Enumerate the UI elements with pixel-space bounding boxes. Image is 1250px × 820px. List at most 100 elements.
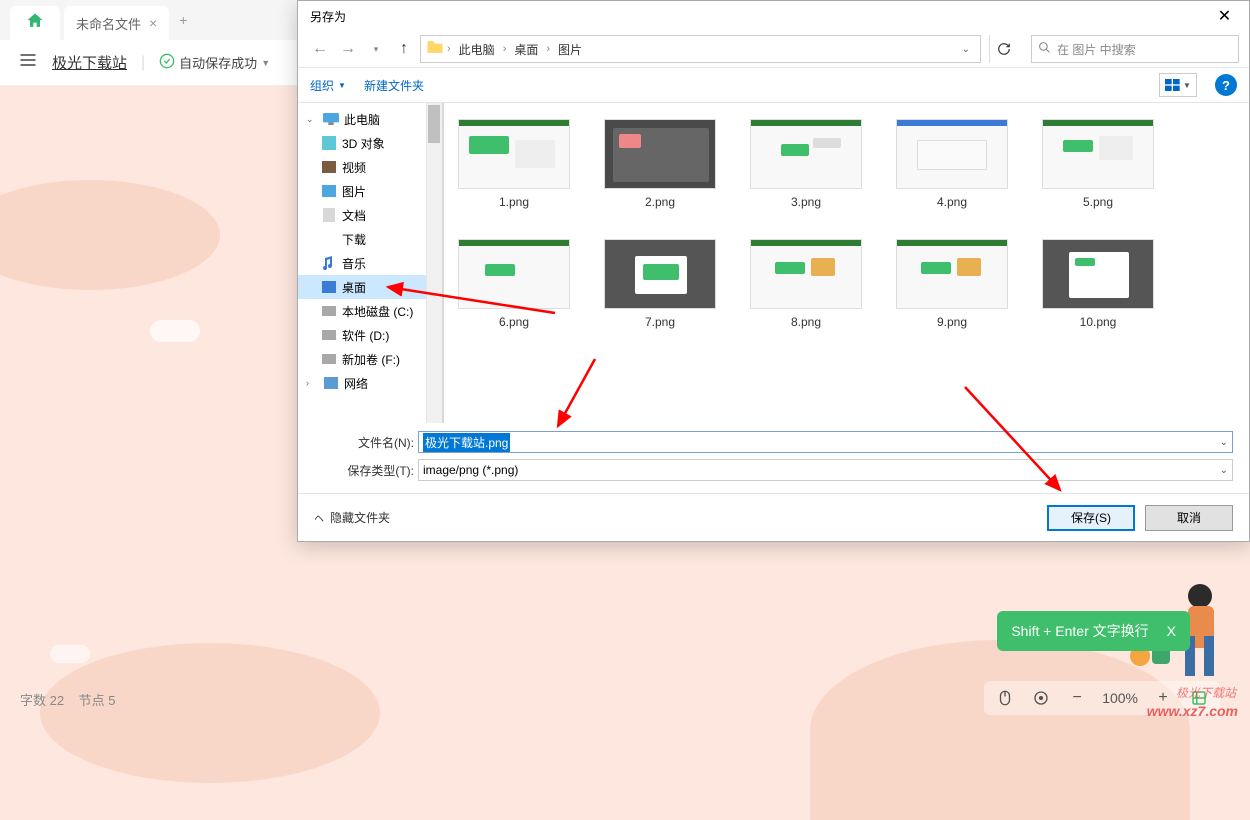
disk-icon: [320, 354, 338, 364]
file-item[interactable]: 7.png: [600, 239, 720, 329]
scroll-thumb[interactable]: [428, 105, 440, 143]
tree-item-documents[interactable]: 文档: [298, 203, 442, 227]
char-count-value: 22: [50, 693, 64, 708]
caret-down-icon: ▼: [261, 58, 270, 68]
expand-icon[interactable]: ⌄: [306, 114, 318, 125]
dialog-nav-bar: ← → ▾ ↑ › 此电脑 › 桌面 › 图片 ⌄ 在 图片 中搜索: [298, 31, 1249, 67]
3d-icon: [320, 136, 338, 150]
decor-cloud: [50, 645, 90, 663]
network-icon: [322, 377, 340, 389]
path-sep-icon: ›: [447, 43, 451, 55]
hint-close-button[interactable]: X: [1167, 623, 1176, 639]
organize-menu[interactable]: 组织 ▼: [310, 77, 346, 94]
search-input[interactable]: 在 图片 中搜索: [1031, 35, 1239, 63]
file-item[interactable]: 2.png: [600, 119, 720, 209]
path-seg-desktop[interactable]: 桌面: [508, 37, 544, 62]
dropdown-icon[interactable]: ⌄: [1220, 465, 1228, 476]
tree-item-downloads[interactable]: 下载: [298, 227, 442, 251]
node-count-label: 节点: [79, 693, 105, 708]
decor-cloud: [150, 320, 200, 342]
file-item[interactable]: 9.png: [892, 239, 1012, 329]
tree-item-network[interactable]: ›网络: [298, 371, 442, 395]
file-thumbnail: [896, 119, 1008, 189]
node-count-value: 5: [108, 693, 115, 708]
tree-item-music[interactable]: 音乐: [298, 251, 442, 275]
tree-item-soft-disk[interactable]: 软件 (D:): [298, 323, 442, 347]
filename-value: 极光下载站.png: [423, 433, 510, 452]
home-tab[interactable]: [10, 6, 60, 40]
tree-item-desktop[interactable]: 桌面: [298, 275, 442, 299]
expand-icon[interactable]: ›: [306, 378, 318, 388]
autosave-label: 自动保存成功: [179, 53, 257, 72]
tree-scrollbar[interactable]: [426, 103, 442, 423]
tree-item-videos[interactable]: 视频: [298, 155, 442, 179]
document-tab[interactable]: 未命名文件 ×: [64, 6, 169, 40]
menu-icon[interactable]: [18, 50, 38, 75]
new-tab-button[interactable]: +: [179, 12, 187, 28]
target-icon[interactable]: [1030, 687, 1052, 709]
cancel-button[interactable]: 取消: [1145, 505, 1233, 531]
chevron-up-icon: ヘ: [314, 510, 324, 525]
nav-back-button[interactable]: ←: [308, 37, 332, 61]
tree-item-this-pc[interactable]: ⌄ 此电脑: [298, 107, 442, 131]
file-item[interactable]: 8.png: [746, 239, 866, 329]
document-title[interactable]: 极光下载站: [52, 52, 127, 73]
file-item[interactable]: 4.png: [892, 119, 1012, 209]
dropdown-icon[interactable]: ⌄: [1220, 437, 1228, 448]
dialog-body: ⌄ 此电脑 3D 对象 视频 图片 文档 下载 音乐 桌面 本地磁盘 (C:) …: [298, 103, 1249, 423]
file-item[interactable]: 1.png: [454, 119, 574, 209]
file-thumbnail: [896, 239, 1008, 309]
path-dropdown-icon[interactable]: ⌄: [956, 44, 976, 55]
dialog-title: 另存为: [310, 8, 346, 25]
autosave-status[interactable]: 自动保存成功 ▼: [159, 53, 270, 72]
picture-icon: [320, 185, 338, 197]
watermark-url: www.xz7.com: [1147, 703, 1238, 719]
tree-item-3d[interactable]: 3D 对象: [298, 131, 442, 155]
home-icon: [25, 11, 45, 36]
file-item[interactable]: 3.png: [746, 119, 866, 209]
filename-input[interactable]: 极光下载站.png ⌄: [418, 431, 1233, 453]
file-thumbnail: [750, 119, 862, 189]
status-bar: 字数 22 节点 5: [20, 690, 115, 709]
file-item[interactable]: 5.png: [1038, 119, 1158, 209]
tree-item-new-vol[interactable]: 新加卷 (F:): [298, 347, 442, 371]
nav-up-button[interactable]: ↑: [392, 37, 416, 61]
file-name: 5.png: [1083, 195, 1113, 209]
path-seg-pc[interactable]: 此电脑: [453, 37, 501, 62]
refresh-button[interactable]: [989, 35, 1017, 63]
help-button[interactable]: ?: [1215, 74, 1237, 96]
file-thumbnail: [458, 119, 570, 189]
filetype-value: image/png (*.png): [423, 463, 518, 477]
decor-hill-bottom: [40, 643, 380, 783]
zoom-value: 100%: [1102, 690, 1138, 706]
view-mode-button[interactable]: ▼: [1159, 73, 1197, 97]
file-thumbnail: [458, 239, 570, 309]
zoom-out-button[interactable]: −: [1066, 687, 1088, 709]
path-sep-icon: ›: [503, 43, 507, 55]
file-item[interactable]: 10.png: [1038, 239, 1158, 329]
filetype-select[interactable]: image/png (*.png) ⌄: [418, 459, 1233, 481]
file-name: 8.png: [791, 315, 821, 329]
recent-dropdown[interactable]: ▾: [364, 37, 388, 61]
desktop-icon: [320, 281, 338, 293]
nav-forward-button[interactable]: →: [336, 37, 360, 61]
tab-close-button[interactable]: ×: [149, 15, 157, 31]
hide-folders-toggle[interactable]: ヘ 隐藏文件夹: [314, 509, 390, 526]
close-button[interactable]: ✕: [1202, 1, 1247, 31]
tree-item-local-disk[interactable]: 本地磁盘 (C:): [298, 299, 442, 323]
caret-down-icon: ▼: [338, 81, 346, 90]
file-item[interactable]: 6.png: [454, 239, 574, 329]
save-button[interactable]: 保存(S): [1047, 505, 1135, 531]
new-folder-button[interactable]: 新建文件夹: [364, 77, 424, 94]
search-placeholder: 在 图片 中搜索: [1057, 41, 1136, 58]
path-seg-pictures[interactable]: 图片: [552, 37, 588, 62]
file-name: 4.png: [937, 195, 967, 209]
mouse-mode-icon[interactable]: [994, 687, 1016, 709]
music-icon: [320, 256, 338, 270]
tree-item-pictures[interactable]: 图片: [298, 179, 442, 203]
hint-text: Shift + Enter 文字换行: [1011, 621, 1148, 641]
folder-tree: ⌄ 此电脑 3D 对象 视频 图片 文档 下载 音乐 桌面 本地磁盘 (C:) …: [298, 103, 444, 423]
disk-icon: [320, 330, 338, 340]
check-icon: [159, 53, 175, 72]
file-thumbnail: [750, 239, 862, 309]
